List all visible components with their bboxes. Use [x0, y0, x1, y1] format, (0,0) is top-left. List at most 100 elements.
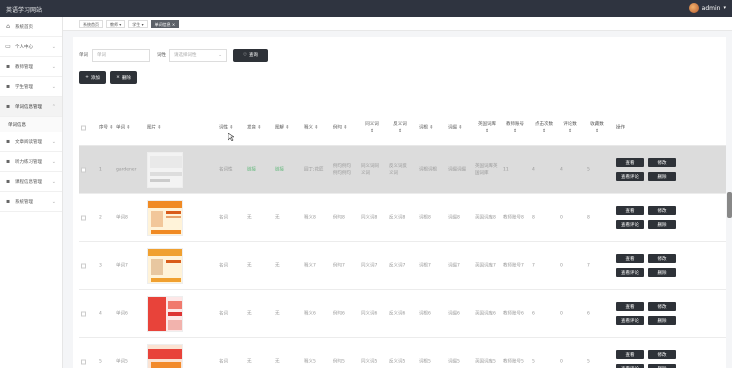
edit-button[interactable]: 修改	[648, 158, 676, 167]
edit-button[interactable]: 修改	[648, 206, 676, 215]
edit-button[interactable]: 修改	[648, 302, 676, 311]
row-delete-button[interactable]: 删除	[648, 220, 676, 229]
header-cell[interactable]: 词性 ⇕	[219, 125, 233, 132]
view-comments-button[interactable]: 查看评论	[616, 316, 644, 325]
header-cell[interactable]: 图解 ⇕	[275, 125, 289, 132]
row-checkbox[interactable]	[81, 359, 86, 364]
table-row[interactable]: 1 gardener 名词性 链接 链接 园丁;花匠 例句例句例句例句 同义词同义词 反义词反义…	[79, 146, 726, 194]
sidebar-item-system[interactable]: ▪ 系统管理 ⌄	[0, 192, 62, 212]
sidebar-item-teachers[interactable]: ▪ 教师管理 ⌄	[0, 57, 62, 77]
header-cell[interactable]: 例句 ⇕	[333, 125, 347, 132]
row-delete-button[interactable]: 删除	[648, 268, 676, 277]
edit-button[interactable]: 修改	[648, 350, 676, 359]
header-cell[interactable]: 单词 ⇕	[116, 125, 130, 132]
select-all-checkbox[interactable]	[81, 125, 86, 131]
chevron-down-icon: ⌄	[218, 52, 222, 58]
header-label: 释义	[304, 125, 313, 131]
header-label: 图片	[147, 125, 156, 131]
header-cell[interactable]: 词缀 ⇕	[448, 125, 462, 132]
view-button[interactable]: 查看	[616, 158, 644, 167]
word-thumbnail[interactable]	[147, 247, 183, 284]
table-row[interactable]: 3 单词7 名词 无 无 释义7 例句7 同义词7 反义词7 词根7 词缀7 英国词库7 教师账号7 7 0…	[79, 242, 726, 290]
search-button[interactable]: ♡ 查询	[233, 48, 268, 62]
delete-button[interactable]: × 删除	[110, 71, 137, 84]
cell-root: 词根词根	[419, 167, 437, 172]
grid-icon: ▪	[5, 63, 11, 70]
cell-affix: 词缀词缀	[448, 167, 466, 172]
header-cell[interactable]: 图片 ⇕	[147, 125, 161, 132]
sidebar-item-students[interactable]: ▪ 学生管理 ⌄	[0, 77, 62, 97]
view-button[interactable]: 查看	[616, 302, 644, 311]
cell-word: 单词6	[116, 311, 128, 316]
view-comments-button[interactable]: 查看评论	[616, 220, 644, 229]
close-icon[interactable]: ×	[172, 22, 175, 27]
part-of-speech-select[interactable]: 请选择词性 ⌄	[169, 48, 227, 62]
search-button-label: 查询	[249, 53, 259, 58]
edit-button[interactable]: 修改	[648, 254, 676, 263]
tab-teacher[interactable]: 教师 ▾	[106, 19, 126, 28]
sidebar-item-articles[interactable]: ▪ 文章阅读管理 ⌄	[0, 132, 62, 152]
header-cell[interactable]: 序号 ⇕	[99, 125, 113, 132]
word-thumbnail[interactable]	[147, 295, 183, 332]
chevron-up-icon: ⌃	[51, 104, 56, 110]
row-checkbox[interactable]	[81, 215, 86, 220]
sidebar-item-words[interactable]: ▪ 单词信息管理 ⌃	[0, 97, 62, 117]
cell-word: gardener	[116, 167, 137, 172]
header-label: 英国词库	[478, 122, 496, 127]
grid-icon: ▪	[5, 138, 11, 145]
view-button[interactable]: 查看	[616, 350, 644, 359]
user-menu[interactable]: admin ▾	[688, 3, 726, 13]
header-cell[interactable]: 评论数 ⇕	[560, 121, 580, 135]
header-cell[interactable]: 发音 ⇕	[247, 125, 261, 132]
cell-root: 词根6	[419, 311, 431, 316]
tab-word-info[interactable]: 单词信息 ×	[150, 19, 180, 28]
view-comments-button[interactable]: 查看评论	[616, 268, 644, 277]
header-cell[interactable]: 收藏数 ⇕	[587, 121, 607, 135]
cell-pron: 无	[247, 311, 252, 316]
tab-home[interactable]: 系统首页	[79, 19, 103, 28]
table-row[interactable]: 4 单词6 名词 无 无 释义6 例句6 同义词6 反义词6 词根6 词缀6 英国词库6 教师账号6 6 0…	[79, 290, 726, 338]
header-label: 发音	[247, 125, 256, 131]
cell-ant: 反义词7	[389, 263, 406, 268]
row-checkbox[interactable]	[81, 263, 86, 268]
tab-label: 单词信息	[154, 21, 171, 27]
header-cell[interactable]: 点击次数 ⇕	[532, 121, 556, 135]
row-delete-button[interactable]: 删除	[648, 316, 676, 325]
row-delete-button[interactable]: 删除	[648, 364, 676, 368]
header-cell[interactable]: 同义词 ⇕	[361, 121, 383, 135]
cell-example: 例句8	[333, 215, 345, 220]
sidebar-item-listening[interactable]: ▪ 听力练习管理 ⌄	[0, 152, 62, 172]
sidebar-item-profile[interactable]: ▭ 个人中心 ⌄	[0, 37, 62, 57]
word-thumbnail[interactable]	[147, 199, 183, 236]
view-comments-button[interactable]: 查看评论	[616, 364, 644, 368]
view-button[interactable]: 查看	[616, 254, 644, 263]
word-thumbnail[interactable]	[147, 343, 183, 368]
cell-syn: 同义词8	[361, 215, 378, 220]
word-thumbnail[interactable]	[147, 151, 183, 188]
sidebar-item-label: 学生管理	[15, 84, 33, 90]
header-cell[interactable]: 教师账号 ⇕	[503, 121, 527, 135]
header-cell[interactable]: 反义词 ⇕	[389, 121, 411, 135]
header-cell[interactable]: 词根 ⇕	[419, 125, 433, 132]
row-checkbox[interactable]	[81, 311, 86, 316]
sidebar-item-courses[interactable]: ▪ 课程信息管理 ⌄	[0, 172, 62, 192]
sidebar-item-home[interactable]: ⌂ 系统首页	[0, 17, 62, 37]
sidebar-subitem-word-info[interactable]: 单词信息	[0, 117, 62, 132]
row-delete-button[interactable]: 删除	[648, 172, 676, 181]
cell-clicks: 8	[532, 215, 535, 220]
view-button[interactable]: 查看	[616, 206, 644, 215]
cell-pron: 无	[247, 215, 252, 220]
word-search-input[interactable]: 单词	[92, 48, 150, 62]
header-cell[interactable]: 英国词库 ⇕	[475, 121, 499, 135]
scrollbar[interactable]	[727, 192, 732, 218]
row-checkbox[interactable]	[81, 167, 86, 172]
heart-icon: ♡	[242, 52, 248, 58]
header-cell[interactable]: 释义 ⇕	[304, 125, 318, 132]
view-comments-button[interactable]: 查看评论	[616, 172, 644, 181]
grid-icon: ▪	[5, 103, 11, 110]
add-button[interactable]: + 添加	[79, 71, 106, 84]
cell-clicks: 4	[532, 167, 535, 172]
table-row[interactable]: 2 单词8 名词 无 无 释义8 例句8 同义词8 反义词8 词根8 词缀8 英国词库8 教师账号8 8 0…	[79, 194, 726, 242]
table-row[interactable]: 5 单词5 名词 无 无 释义5 例句5 同义词5 反义词5 词根5 词缀5 英国词库5 教师账号5 5 0…	[79, 338, 726, 368]
tab-student[interactable]: 学生 ▾	[128, 19, 148, 28]
